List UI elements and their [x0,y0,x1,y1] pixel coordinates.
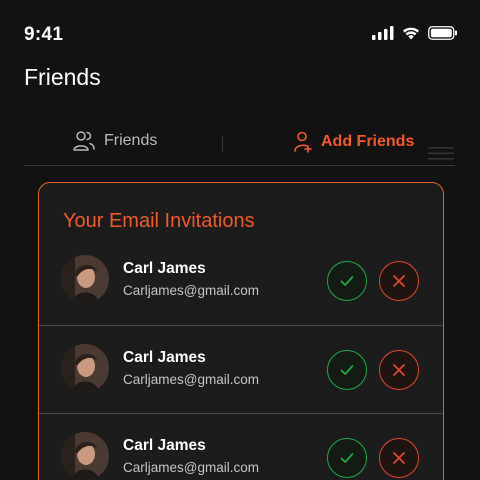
tab-friends-label: Friends [104,132,158,149]
check-icon [340,365,354,375]
invitee-name: Carl James [123,437,206,454]
avatar-photo [61,344,109,392]
menu-icon[interactable] [428,146,454,160]
signal-icon [372,26,394,40]
avatar-photo [61,255,109,303]
tab-bar: Friends Add Friends [24,126,455,166]
tab-add-friends[interactable]: Add Friends [293,130,414,154]
invitation-row: Carl James Carljames@gmail.com [39,413,443,480]
avatar [61,344,109,392]
invitee-email: Carljames@gmail.com [123,283,259,298]
friends-icon [73,131,95,151]
reject-button[interactable] [379,438,419,478]
add-friend-icon [294,131,312,153]
tab-add-friends-label: Add Friends [321,133,415,150]
status-icons [372,26,458,40]
page-title: Friends [24,64,101,90]
wifi-icon [403,27,419,40]
email-invitations-card: Your Email Invitations Carl James Carlja… [38,182,444,480]
avatar-photo [61,432,109,480]
accept-button[interactable] [327,350,367,390]
accept-button[interactable] [327,261,367,301]
accept-button[interactable] [327,438,367,478]
battery-icon [428,26,457,40]
invitation-row: Carl James Carljames@gmail.com [39,237,443,325]
tab-friends[interactable]: Friends [72,130,157,152]
close-icon [393,275,405,287]
status-bar: 9:41 [0,0,480,60]
invitee-name: Carl James [123,260,206,277]
reject-button[interactable] [379,350,419,390]
check-icon [340,453,354,463]
card-title: Your Email Invitations [63,210,255,232]
invitee-email: Carljames@gmail.com [123,372,259,387]
avatar [61,432,109,480]
close-icon [393,364,405,376]
reject-button[interactable] [379,261,419,301]
status-time: 9:41 [24,24,64,45]
invitee-email: Carljames@gmail.com [123,460,259,475]
tab-divider [222,136,223,152]
invitation-row: Carl James Carljames@gmail.com [39,325,443,413]
avatar [61,255,109,303]
invitee-name: Carl James [123,349,206,366]
check-icon [340,276,354,286]
close-icon [393,452,405,464]
